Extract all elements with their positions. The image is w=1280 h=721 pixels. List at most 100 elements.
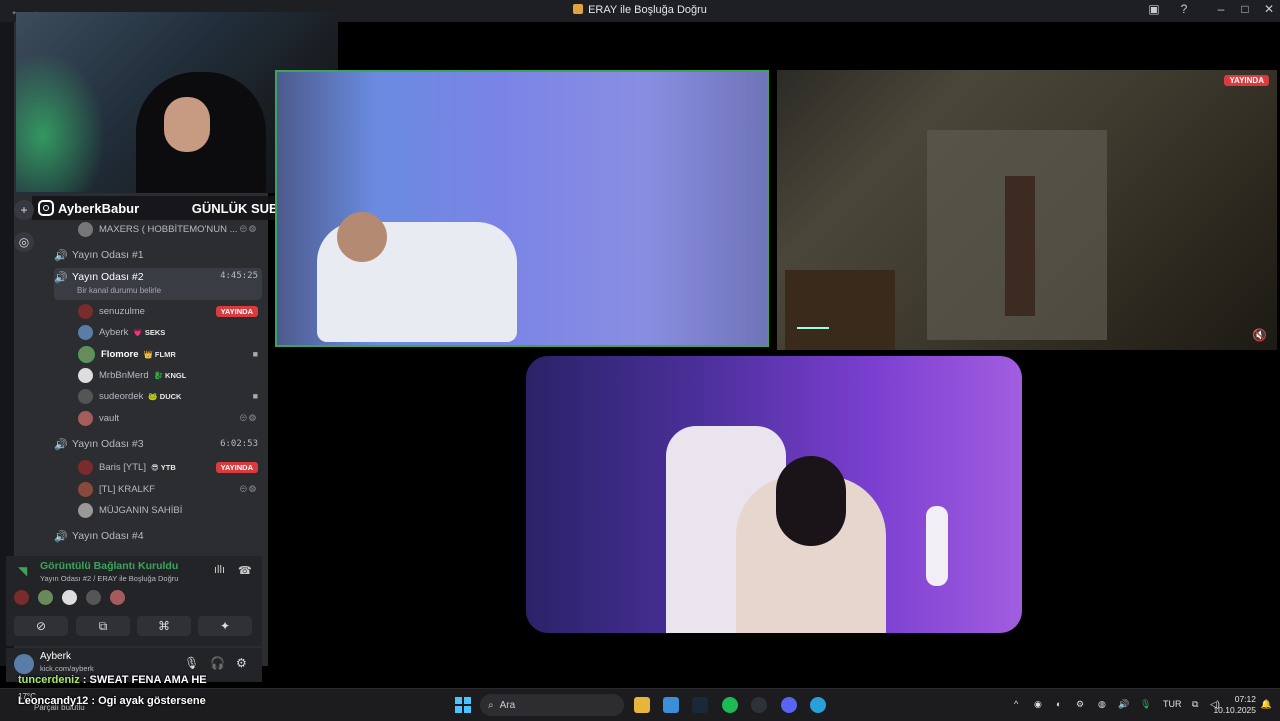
system-clock[interactable]: 07:12 10.10.2025 (1213, 694, 1256, 716)
speaker-icon: 🔊 (54, 272, 68, 284)
user-tag: 💗 SEKS (133, 327, 166, 337)
voice-user[interactable]: Ayberk 💗 SEKS (78, 323, 258, 341)
add-server-icon[interactable]: + (14, 200, 34, 220)
avatar[interactable] (110, 590, 125, 605)
voice-user[interactable]: MÜJGANIN SAHİBİ (78, 501, 258, 519)
avatar (78, 502, 93, 518)
disconnect-icon[interactable]: ☎ (238, 564, 252, 577)
voice-user[interactable]: senuzulme YAYINDA (78, 302, 258, 320)
close-icon[interactable]: ✕ (1259, 2, 1279, 16)
avatar[interactable] (14, 654, 34, 674)
instagram-icon (38, 200, 54, 216)
noise-suppression-icon[interactable]: ıllı (214, 564, 225, 576)
avatar (78, 459, 93, 475)
steam-icon[interactable] (692, 697, 708, 713)
video-tile-1[interactable] (275, 70, 769, 347)
avatar (78, 481, 93, 497)
avatar (78, 324, 93, 340)
search-box[interactable]: ⌕ Ara (480, 694, 624, 716)
maximize-icon[interactable]: □ (1235, 2, 1255, 16)
user-tag: 👑 FLMR (143, 349, 176, 359)
voice-channel-3[interactable]: 🔊 Yayın Odası #3 6:02:53 (54, 434, 262, 454)
avatar (78, 221, 93, 237)
participant-hair (776, 456, 846, 546)
video-tile-2[interactable]: YAYINDA 🔇 (777, 70, 1277, 350)
avatar (78, 367, 93, 383)
mic-icon[interactable]: 🎙 (184, 656, 199, 670)
mute-icon: ⨸⨷ (239, 483, 258, 494)
screen-share-icon[interactable]: ⧉ (76, 616, 130, 636)
voice-user[interactable]: vault ⨸⨷ (78, 409, 258, 427)
progress-indicator (797, 327, 829, 329)
chat-message: tuncerdeniz : SWEAT FENA AMA HE (18, 674, 207, 686)
chat-user: Leoncandy12 (18, 695, 89, 707)
avatar[interactable] (62, 590, 77, 605)
overlay-handle: AyberkBabur (58, 200, 140, 216)
voice-user[interactable]: [TL] KRALKF ⨸⨷ (78, 480, 258, 498)
chevron-up-icon[interactable]: ^ (1014, 699, 1018, 709)
voice-channel-4[interactable]: 🔊 Yayın Odası #4 (54, 526, 262, 546)
voice-location[interactable]: Yayın Odası #2 / ERAY ile Boşluğa Doğru (40, 574, 178, 583)
speaker-icon: 🔊 (54, 249, 68, 262)
user-status: kick.com/ayberk (40, 664, 94, 673)
file-explorer-icon[interactable] (634, 697, 650, 713)
activity-icon[interactable]: ⌘ (137, 616, 191, 636)
channel-duration: 4:45:25 (220, 271, 258, 281)
voice-connection-panel: ◥ Görüntülü Bağlantı Kuruldu Yayın Odası… (6, 556, 262, 646)
notification-icon[interactable]: 🔔 (1261, 699, 1272, 710)
network-icon[interactable]: ⧉ (1192, 699, 1198, 710)
mute-icon[interactable]: 🔇 (1252, 328, 1267, 342)
discord-icon[interactable] (781, 697, 797, 713)
voice-user[interactable]: sudeordek 🐸 DUCK ■ (78, 387, 258, 405)
chat-message: Leoncandy12 : Ogi ayak göstersene (18, 695, 206, 707)
volume-icon[interactable]: 🔊 (1118, 699, 1129, 710)
headphones-icon[interactable]: 🎧 (210, 656, 225, 670)
user-tag: 🐸 DUCK (148, 391, 182, 401)
voice-channel-2[interactable]: 🔊 Yayın Odası #2 4:45:25 Bir kanal durum… (54, 268, 262, 300)
search-icon: ⌕ (488, 699, 494, 711)
edge-icon[interactable] (810, 697, 826, 713)
avatar (78, 388, 93, 404)
tray-app-icon[interactable]: ◐ (1056, 699, 1061, 709)
mic-icon[interactable]: 🎙 (1140, 699, 1151, 710)
video-tile-3[interactable] (526, 356, 1022, 633)
gear-icon[interactable]: ⚙ (236, 656, 247, 670)
mute-icon: ⨸⨷ (239, 223, 258, 234)
search-placeholder: Ara (499, 699, 516, 711)
discover-icon[interactable]: ◎ (14, 232, 34, 252)
avatar (78, 345, 95, 363)
language-indicator[interactable]: TUR (1163, 699, 1182, 709)
voice-user[interactable]: Flomore 👑 FLMR ■ (78, 345, 258, 363)
participant-face (337, 212, 387, 262)
spotify-icon[interactable] (722, 697, 738, 713)
camera-off-icon[interactable]: ⊘ (14, 616, 68, 636)
chat-text: : Ogi ayak göstersene (88, 695, 206, 707)
inbox-icon[interactable]: ▣ (1144, 2, 1164, 16)
tray-app-icon[interactable]: ◉ (1034, 699, 1042, 710)
obs-icon[interactable] (751, 697, 767, 713)
live-badge: YAYINDA (215, 461, 258, 473)
windows-icon[interactable] (455, 697, 471, 713)
voice-channel-1[interactable]: 🔊 Yayın Odası #1 (54, 245, 262, 265)
avatar[interactable] (86, 590, 101, 605)
app-icon (573, 4, 584, 14)
minimize-icon[interactable]: – (1211, 2, 1231, 16)
steam-tray-icon[interactable]: ◍ (1098, 699, 1106, 710)
voice-user[interactable]: Baris [YTL] 😎 YTB YAYINDA (78, 458, 258, 476)
avatar (78, 410, 93, 426)
channel-status[interactable]: Bir kanal durumu belirle (77, 286, 161, 295)
avatar[interactable] (14, 590, 29, 605)
user-tag: 😎 YTB (151, 462, 176, 472)
soundboard-icon[interactable]: ✦ (198, 616, 252, 636)
chat-text: : SWEAT FENA AMA HE (79, 674, 207, 686)
photos-icon[interactable] (663, 697, 679, 713)
voice-status: Görüntülü Bağlantı Kuruldu (40, 560, 179, 572)
voice-user[interactable]: MrbBnMerd 🐉 KNGL (78, 366, 258, 384)
tray-app-icon[interactable]: ⚙ (1076, 699, 1084, 710)
help-icon[interactable]: ? (1174, 2, 1194, 16)
avatar[interactable] (38, 590, 53, 605)
list-item[interactable]: MAXERS ( HOBBİTEMO'NUN ... ⨸⨷ (78, 220, 258, 238)
game-character (1005, 176, 1035, 316)
signal-icon: ◥ (18, 564, 28, 578)
user-name[interactable]: Ayberk (40, 651, 71, 662)
